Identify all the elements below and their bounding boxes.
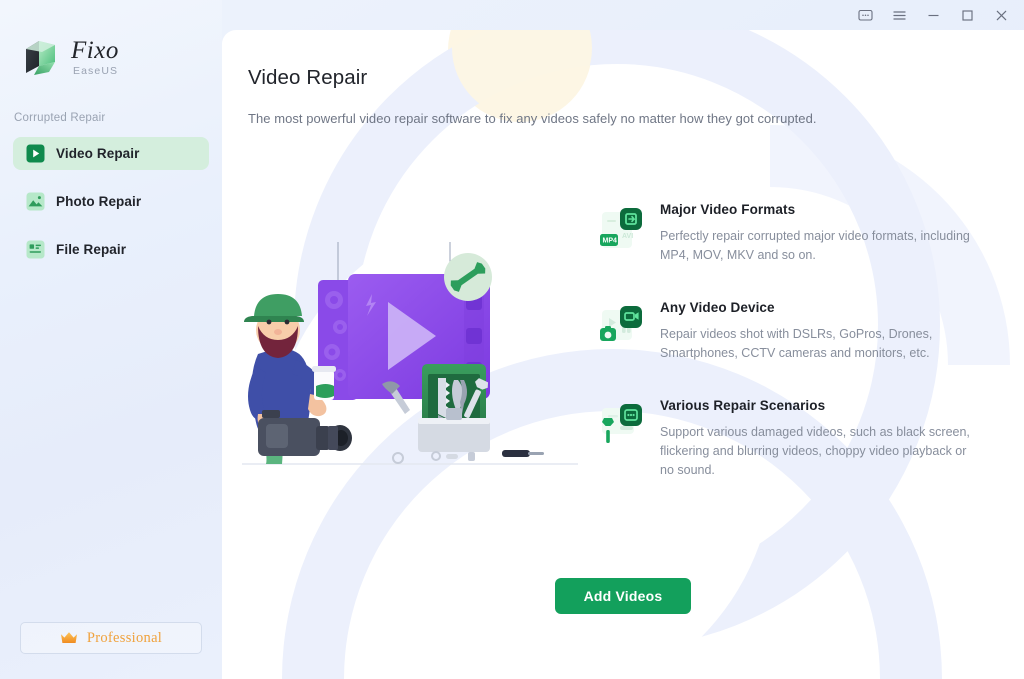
sidebar-item-label: Video Repair <box>56 146 140 161</box>
professional-upgrade-button[interactable]: Professional <box>20 622 202 654</box>
logo-sub: EaseUS <box>73 64 119 77</box>
professional-label: Professional <box>86 629 163 646</box>
feature-list: AVI MP4 Major Video Formats Perfectly re… <box>600 200 1000 513</box>
feature-item: AVI MP4 Major Video Formats Perfectly re… <box>600 200 1000 266</box>
feedback-icon[interactable] <box>848 1 882 29</box>
sidebar-item-file-repair[interactable]: File Repair <box>13 233 209 266</box>
cta-row: Add Videos <box>222 578 1024 614</box>
menu-icon[interactable] <box>882 1 916 29</box>
feature-item: Various Repair Scenarios Support various… <box>600 396 1000 481</box>
feature-title: Major Video Formats <box>660 202 796 217</box>
repair-screen-wrench-icon <box>602 403 642 443</box>
main-content: Video Repair The most powerful video rep… <box>222 30 1024 679</box>
fixo-cube-logo <box>26 41 55 75</box>
crown-icon <box>60 632 77 643</box>
video-camera-device-icon <box>600 305 642 341</box>
video-format-file-icon: AVI MP4 <box>600 208 642 248</box>
sidebar-nav: Video Repair Photo Repair File Repair <box>13 137 209 281</box>
sidebar-item-label: Photo Repair <box>56 194 142 209</box>
app-logo: Fixo EaseUS <box>22 36 119 78</box>
feature-title: Any Video Device <box>660 299 775 315</box>
minimize-icon[interactable] <box>916 1 950 29</box>
title-bar <box>0 0 1024 30</box>
document-file-icon <box>26 240 45 259</box>
page-subtitle: The most powerful video repair software … <box>248 111 817 126</box>
svg-text:MP4: MP4 <box>603 238 618 245</box>
feature-title: Various Repair Scenarios <box>660 397 826 413</box>
maximize-icon[interactable] <box>950 1 984 29</box>
app-window: Fixo EaseUS Corrupted Repair Video Repai… <box>0 0 1024 679</box>
nav-group-label: Corrupted Repair <box>14 112 106 124</box>
feature-description: Support various damaged videos, such as … <box>660 424 970 478</box>
add-videos-button[interactable]: Add Videos <box>555 578 691 614</box>
sidebar: Fixo EaseUS Corrupted Repair Video Repai… <box>0 0 222 679</box>
photo-image-icon <box>26 192 45 211</box>
sidebar-item-video-repair[interactable]: Video Repair <box>13 137 209 170</box>
feature-description: Perfectly repair corrupted major video f… <box>660 229 970 263</box>
page-title: Video Repair <box>248 66 368 89</box>
close-icon[interactable] <box>984 1 1018 29</box>
feature-description: Repair videos shot with DSLRs, GoPros, D… <box>660 326 933 361</box>
svg-text:AVI: AVI <box>622 233 633 240</box>
video-repair-technician-illustration <box>242 242 578 465</box>
feature-item: Any Video Device Repair videos shot with… <box>600 298 1000 364</box>
video-play-icon <box>26 144 45 163</box>
sidebar-item-photo-repair[interactable]: Photo Repair <box>13 185 209 218</box>
logo-name: Fixo <box>71 36 119 64</box>
page-header: Video Repair The most powerful video rep… <box>248 66 817 126</box>
sidebar-item-label: File Repair <box>56 242 127 257</box>
